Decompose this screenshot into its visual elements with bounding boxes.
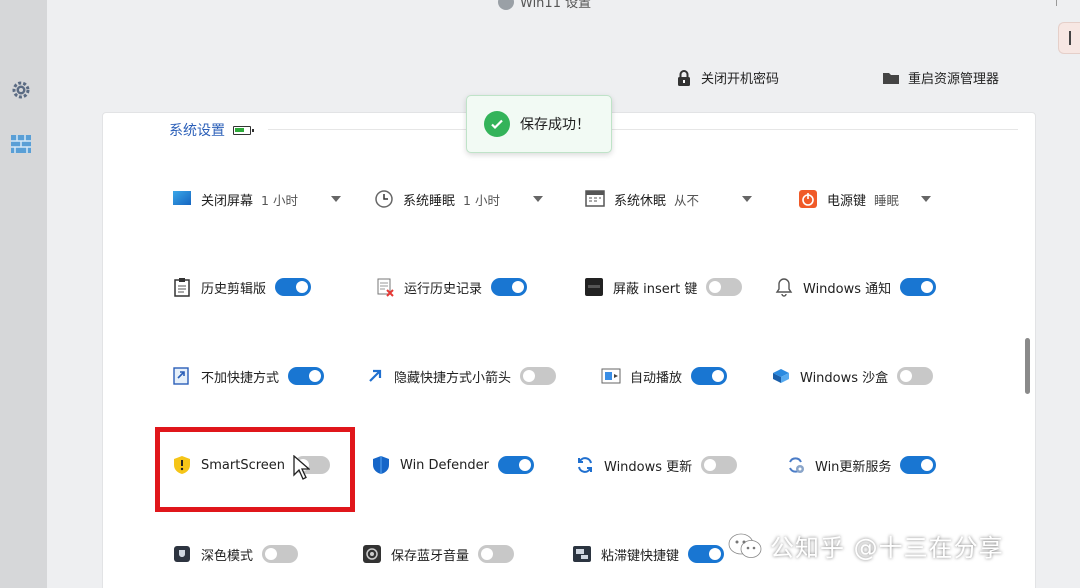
toggle-row-sticky-keys: 粘滞键快捷键 xyxy=(572,544,725,564)
toggle-row-windows-update: Windows 更新 xyxy=(575,455,738,475)
sandbox-icon xyxy=(773,369,789,383)
toggle-row-notifications: Windows 通知 xyxy=(774,277,937,297)
side-panel-button[interactable] xyxy=(1058,22,1080,54)
toggle-row-bluetooth-volume: 保存蓝牙音量 xyxy=(362,544,515,564)
clipboard-icon xyxy=(174,278,190,297)
watermark: 公知乎 @十三在分享 xyxy=(728,528,1004,563)
chevron-down-icon[interactable] xyxy=(742,196,752,202)
lock-icon xyxy=(678,69,690,86)
dropdown-hibernate[interactable]: 系统休眠 从不 xyxy=(585,189,699,209)
power-icon xyxy=(799,190,817,208)
hide-arrow-toggle[interactable] xyxy=(520,367,557,385)
dropdown-power-button[interactable]: 电源键 睡眠 xyxy=(798,189,899,209)
defender-toggle[interactable] xyxy=(497,456,534,474)
gear-icon[interactable] xyxy=(9,78,33,102)
window-title: Win11 设置 xyxy=(498,0,591,11)
update-service-icon xyxy=(789,457,804,473)
toggle-row-dark-mode: 深色模式 xyxy=(172,544,299,564)
check-circle-icon xyxy=(484,111,510,137)
scrollbar[interactable] xyxy=(1025,338,1030,394)
close-password-button[interactable]: 关闭开机密码 xyxy=(675,68,779,87)
toggle-row-no-shortcut: 不加快捷方式 xyxy=(172,366,325,386)
toggle-row-autoplay: 自动播放 xyxy=(601,366,728,386)
sticky-keys-icon xyxy=(573,546,591,562)
shortcut-icon xyxy=(173,367,189,385)
windows-update-toggle[interactable] xyxy=(701,456,738,474)
battery-icon xyxy=(233,125,254,135)
update-icon xyxy=(578,457,592,473)
toggle-row-update-service: Win更新服务 xyxy=(786,455,937,475)
left-rail xyxy=(0,0,47,588)
dark-mode-icon xyxy=(174,546,190,562)
chevron-down-icon[interactable] xyxy=(921,196,931,202)
autoplay-icon xyxy=(601,368,621,384)
insert-key-icon xyxy=(585,278,603,296)
defender-icon xyxy=(373,456,389,474)
sandbox-toggle[interactable] xyxy=(897,367,934,385)
success-toast: 保存成功！ xyxy=(466,95,612,153)
settings-icon xyxy=(498,0,514,10)
settings-panel: 系统设置 xyxy=(102,112,1036,588)
dark-mode-toggle[interactable] xyxy=(262,545,299,563)
mouse-cursor-icon xyxy=(293,455,310,480)
monitor-icon xyxy=(173,191,191,205)
insert-key-toggle[interactable] xyxy=(706,278,743,296)
wechat-logo-icon xyxy=(728,533,762,558)
arrow-icon xyxy=(369,369,382,382)
toggle-row-run-history: 运行历史记录 xyxy=(375,277,528,297)
wall-icon[interactable] xyxy=(9,132,33,156)
clipboard-history-toggle[interactable] xyxy=(275,278,312,296)
update-service-toggle[interactable] xyxy=(900,456,937,474)
chevron-down-icon[interactable] xyxy=(533,196,543,202)
toggle-row-hide-arrow: 隐藏快捷方式小箭头 xyxy=(365,366,557,386)
notifications-toggle[interactable] xyxy=(900,278,937,296)
no-shortcut-toggle[interactable] xyxy=(288,367,325,385)
run-history-icon xyxy=(377,278,394,297)
bell-icon xyxy=(775,278,793,297)
window-edge xyxy=(1056,0,1066,6)
toggle-row-insert-key: 屏蔽 insert 键 xyxy=(584,277,743,297)
toggle-row-defender: Win Defender xyxy=(371,455,534,475)
autoplay-toggle[interactable] xyxy=(691,367,728,385)
clock-icon xyxy=(375,190,393,208)
folder-icon xyxy=(883,72,899,84)
sticky-keys-toggle[interactable] xyxy=(688,545,725,563)
restart-explorer-button[interactable]: 重启资源管理器 xyxy=(882,68,999,87)
highlight-box xyxy=(155,427,355,512)
bluetooth-volume-toggle[interactable] xyxy=(478,545,515,563)
run-history-toggle[interactable] xyxy=(491,278,528,296)
divider xyxy=(268,129,1018,130)
section-title: 系统设置 xyxy=(169,120,254,140)
dropdown-system-sleep[interactable]: 系统睡眠 1 小时 xyxy=(374,189,500,209)
bluetooth-volume-icon xyxy=(363,545,381,563)
chevron-down-icon[interactable] xyxy=(331,196,341,202)
dropdown-close-screen[interactable]: 关闭屏幕 1 小时 xyxy=(172,189,298,209)
toggle-row-clipboard: 历史剪辑版 xyxy=(172,277,312,297)
hibernate-icon xyxy=(585,190,605,207)
toggle-row-sandbox: Windows 沙盒 xyxy=(771,366,934,386)
